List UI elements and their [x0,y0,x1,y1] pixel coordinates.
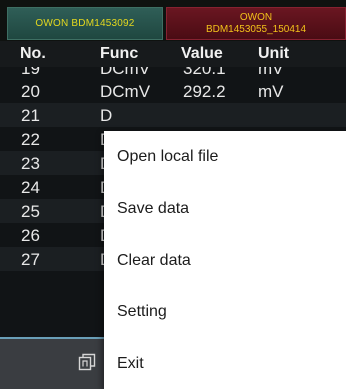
cell-func: DCmV [100,67,151,78]
window-icon[interactable] [78,353,96,371]
tab-device-bdm1453092[interactable]: OWON BDM1453092 [7,7,163,40]
cell-unit: mV [258,67,284,78]
tab-label-line1: OWON [239,12,273,23]
column-header-func: Func [100,45,139,62]
device-tab-strip: OWON BDM1453092 OWON BDM1453055_150414 [0,0,346,41]
menu-item-open-local-file[interactable]: Open local file [104,131,346,182]
cell-value: 320.1 [183,67,226,78]
menu-item-label: Open local file [117,148,219,165]
cell-no: 26 [21,226,40,245]
menu-item-setting[interactable]: Setting [104,286,346,337]
cell-no: 23 [21,154,40,173]
cell-func: D [100,106,113,125]
cell-no: 19 [21,67,40,78]
cell-func: DCmV [100,82,151,101]
menu-item-save-data[interactable]: Save data [104,183,346,234]
tab-label: OWON BDM1453092 [35,18,135,29]
table-row[interactable]: 20 DCmV 292.2 mV [0,79,346,103]
column-header-value: Value [181,45,223,62]
options-menu: Open local file Save data Clear data Set… [104,131,346,389]
cell-no: 25 [21,202,40,221]
menu-item-label: Exit [117,355,144,372]
table-header: No. Func Value Unit [0,41,346,67]
cell-no: 21 [21,106,40,125]
tab-device-bdm1453055[interactable]: OWON BDM1453055_150414 [166,7,346,40]
menu-item-label: Save data [117,200,190,217]
cell-no: 24 [21,178,40,197]
table-row[interactable]: 21 D [0,103,346,127]
menu-item-label: Setting [117,303,167,320]
tab-label-line2: BDM1453055_150414 [205,24,307,35]
table-row[interactable]: 19 DCmV 320.1 mV [0,67,346,79]
menu-item-label: Clear data [117,252,191,269]
column-header-unit: Unit [258,45,290,62]
cell-no: 27 [21,250,40,269]
column-header-no: No. [20,45,46,62]
cell-no: 22 [21,130,40,149]
cell-unit: mV [258,82,284,101]
cell-value: 292.2 [183,82,226,101]
menu-item-exit[interactable]: Exit [104,338,346,389]
app-window: OWON BDM1453092 OWON BDM1453055_150414 N… [0,0,346,389]
menu-item-clear-data[interactable]: Clear data [104,235,346,286]
cell-no: 20 [21,82,40,101]
